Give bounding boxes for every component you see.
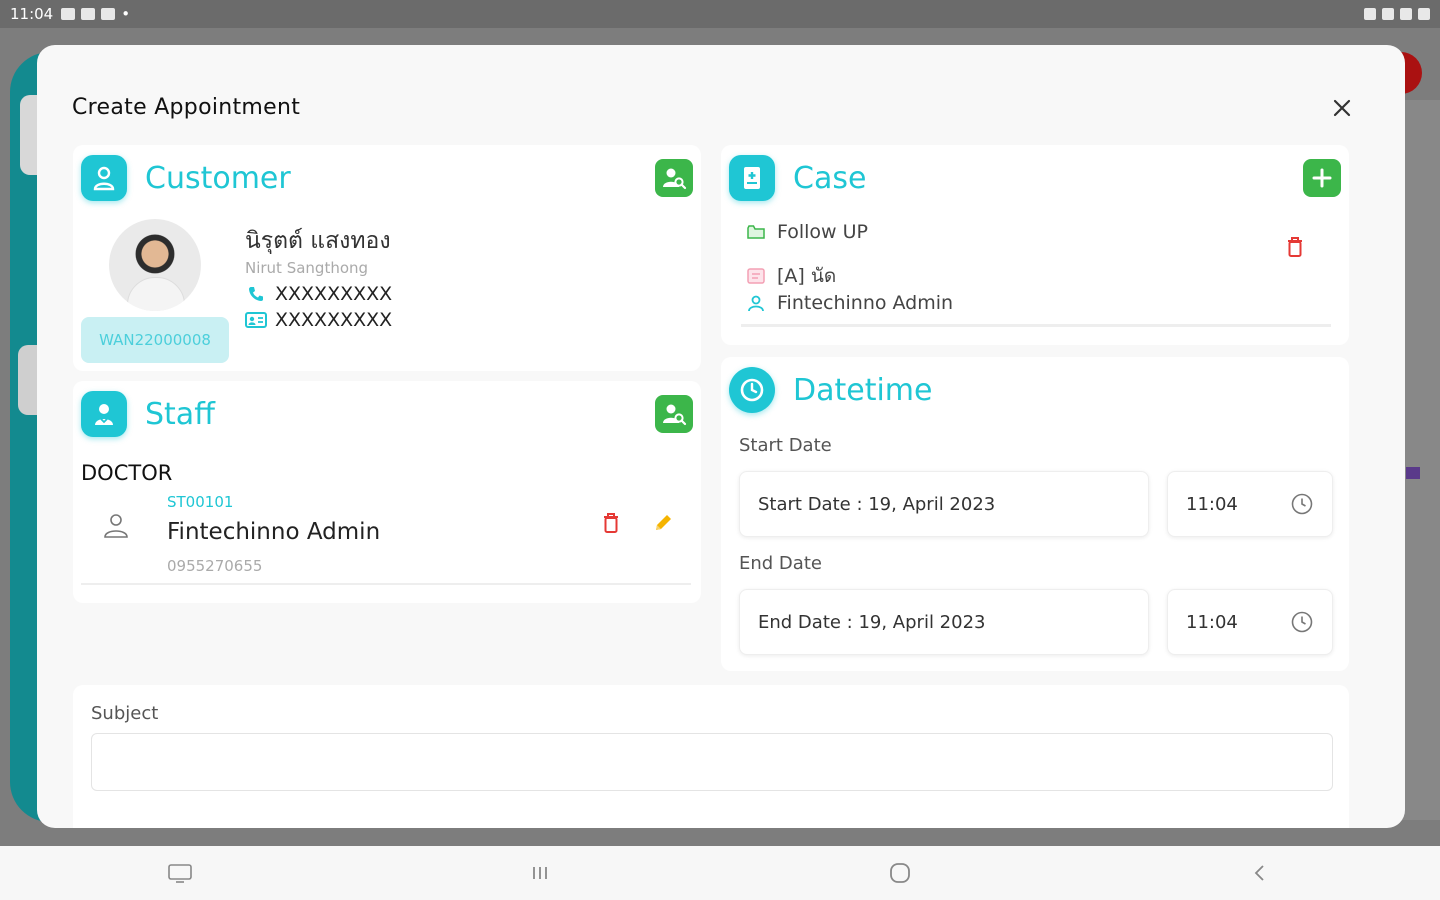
end-date-value: End Date : 19, April 2023 [758, 611, 986, 633]
customer-phone-row: XXXXXXXXX [245, 283, 392, 305]
end-date-label: End Date [739, 553, 822, 574]
close-button[interactable] [1327, 93, 1357, 123]
keyboard-icon [168, 864, 192, 883]
end-time-input[interactable]: 11:04 [1167, 589, 1333, 655]
customer-header: Customer [81, 155, 291, 201]
datetime-title: Datetime [793, 372, 933, 408]
customer-id-card: XXXXXXXXX [275, 309, 393, 331]
home-button[interactable] [880, 853, 920, 893]
modal-title: Create Appointment [72, 95, 301, 120]
customer-card: Customer WAN22000008 นิรุตต์ แสงทอง Niru… [73, 145, 701, 371]
dot-icon: • [121, 5, 131, 23]
subject-label: Subject [91, 703, 159, 724]
recent-apps-button[interactable] [520, 853, 560, 893]
clock-icon [1291, 611, 1313, 633]
datetime-header: Datetime [729, 367, 932, 413]
close-icon [1333, 99, 1351, 117]
staff-list-item: ST00101 Fintechinno Admin 0955270655 [81, 489, 691, 585]
edit-staff-button[interactable] [647, 507, 679, 539]
pencil-icon [656, 515, 671, 530]
start-date-input[interactable]: Start Date : 19, April 2023 [739, 471, 1149, 537]
add-case-button[interactable] [1303, 159, 1341, 197]
start-date-value: Start Date : 19, April 2023 [758, 493, 996, 515]
notification-icon [101, 8, 116, 20]
status-bar: 11:04 • [0, 0, 1440, 28]
search-customer-button[interactable] [655, 159, 693, 197]
search-staff-button[interactable] [655, 395, 693, 433]
start-date-label: Start Date [739, 435, 832, 456]
start-time-input[interactable]: 11:04 [1167, 471, 1333, 537]
delete-staff-button[interactable] [595, 507, 627, 539]
trash-icon [604, 513, 618, 533]
case-file-icon [729, 155, 775, 201]
user-icon [745, 294, 767, 312]
case-category: [A] นัด [777, 265, 837, 287]
system-navigation-bar [0, 846, 1440, 900]
customer-code-badge: WAN22000008 [81, 317, 229, 363]
plus-icon [1312, 168, 1332, 188]
clock-icon [1291, 493, 1313, 515]
background-app-content [1400, 100, 1440, 820]
staff-code: ST00101 [167, 493, 234, 511]
recents-icon [533, 867, 547, 879]
status-indicators [1364, 8, 1430, 20]
wifi-icon [1382, 8, 1394, 20]
phone-icon [245, 285, 267, 303]
user-icon [81, 155, 127, 201]
case-title: Case [793, 160, 867, 196]
screenshot-nav-button[interactable] [160, 853, 200, 893]
background-app-mark [1406, 467, 1420, 479]
end-time-value: 11:04 [1186, 611, 1238, 633]
customer-title: Customer [145, 160, 291, 196]
notification-icon [81, 8, 96, 20]
divider [741, 324, 1331, 327]
customer-id-row: XXXXXXXXX [245, 309, 392, 331]
staff-phone: 0955270655 [167, 557, 263, 575]
datetime-card: Datetime Start Date Start Date : 19, Apr… [721, 357, 1349, 671]
case-type-row: Follow UP [745, 221, 868, 243]
customer-avatar [109, 219, 201, 311]
user-search-icon [663, 404, 687, 426]
id-card-icon [245, 311, 267, 329]
bluetooth-icon [1364, 8, 1376, 20]
end-date-input[interactable]: End Date : 19, April 2023 [739, 589, 1149, 655]
subject-card: Subject [73, 685, 1349, 828]
person-icon [101, 511, 131, 545]
customer-phone: XXXXXXXXX [275, 283, 393, 305]
notification-icon [61, 8, 76, 20]
staff-role-label: DOCTOR [81, 461, 173, 485]
subject-input[interactable] [91, 733, 1333, 791]
staff-icon [81, 391, 127, 437]
delete-case-button[interactable] [1279, 231, 1311, 263]
clock-icon [729, 367, 775, 413]
customer-name-thai: นิรุตต์ แสงทอง [245, 228, 391, 254]
back-icon [1254, 865, 1264, 881]
battery-icon [1418, 8, 1430, 20]
case-category-row: [A] นัด [745, 261, 836, 291]
user-search-icon [663, 168, 687, 190]
customer-name-english: Nirut Sangthong [245, 259, 369, 277]
trash-icon [1288, 237, 1302, 257]
case-owner: Fintechinno Admin [777, 292, 954, 314]
case-header: Case [729, 155, 866, 201]
start-time-value: 11:04 [1186, 493, 1238, 515]
home-icon [890, 863, 910, 883]
status-time: 11:04 [10, 5, 54, 23]
case-type: Follow UP [777, 221, 869, 243]
staff-card: Staff DOCTOR ST00101 Fintechinno Admin 0… [73, 381, 701, 603]
staff-name: Fintechinno Admin [167, 519, 381, 545]
signal-icon [1400, 8, 1412, 20]
create-appointment-modal: Create Appointment Customer WAN22000008 … [37, 45, 1405, 828]
case-card: Case Follow UP [A] นัด Fintechinno Admin [721, 145, 1349, 345]
category-icon [745, 267, 767, 285]
folder-icon [745, 223, 767, 241]
back-button[interactable] [1240, 853, 1280, 893]
staff-title: Staff [145, 396, 215, 432]
case-owner-row: Fintechinno Admin [745, 292, 953, 314]
staff-header: Staff [81, 391, 215, 437]
